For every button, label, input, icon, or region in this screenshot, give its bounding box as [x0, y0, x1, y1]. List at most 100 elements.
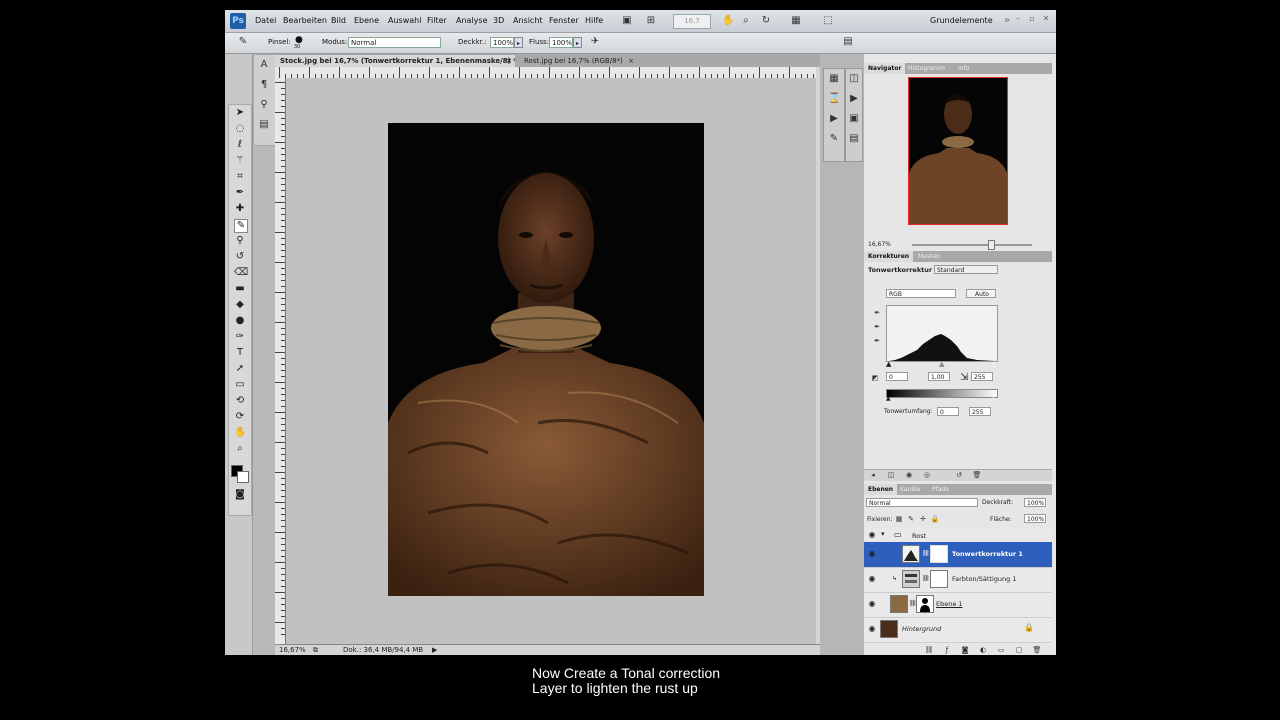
hand-tool-icon[interactable]: ✋	[234, 427, 246, 439]
hand-tool-icon[interactable]: ✋	[722, 15, 734, 27]
panel-toggle-icon[interactable]: ▤	[842, 36, 854, 48]
preset-select[interactable]: Standard	[934, 265, 998, 274]
actions-icon[interactable]: ▶	[828, 113, 840, 125]
3d-rotate-icon[interactable]: ⟲	[234, 395, 246, 407]
menu-hilfe[interactable]: Hilfe	[585, 16, 603, 25]
blend-mode-select[interactable]: Normal	[866, 498, 978, 507]
character-icon[interactable]: A	[258, 59, 270, 71]
ruler-vertical[interactable]	[275, 78, 286, 644]
clone-stamp-icon[interactable]: ⚲	[234, 235, 246, 247]
clipping-icon[interactable]: ◩	[870, 373, 880, 383]
navigator-zoom[interactable]: 16,67%	[866, 240, 900, 249]
history-icon[interactable]: ⌛	[828, 93, 840, 105]
canvas-area[interactable]	[286, 78, 816, 644]
move-tool-icon[interactable]: ➤	[234, 107, 246, 119]
output-white-field[interactable]: 255	[969, 407, 991, 416]
eyedropper-icon[interactable]: ✒	[234, 187, 246, 199]
menu-3d[interactable]: 3D	[493, 16, 504, 25]
photoshop-logo[interactable]: Ps	[230, 13, 246, 29]
measurement-icon[interactable]: ▣	[848, 113, 860, 125]
document-image[interactable]	[388, 123, 704, 596]
magic-wand-icon[interactable]: ⚚	[234, 155, 246, 167]
close-button[interactable]: ✕	[1041, 14, 1051, 26]
menu-filter[interactable]: Filter	[427, 16, 447, 25]
menu-fenster[interactable]: Fenster	[549, 16, 579, 25]
mask-link-icon[interactable]: ⛓	[922, 550, 930, 557]
white-point-slider[interactable]: △	[991, 360, 996, 368]
output-black-field[interactable]: 0	[937, 407, 959, 416]
menu-ansicht[interactable]: Ansicht	[513, 16, 543, 25]
tab-navigator[interactable]: Navigator	[864, 63, 906, 74]
tab-histogram[interactable]: Histogramm	[904, 63, 949, 74]
tab-masks[interactable]: Masken	[914, 251, 945, 262]
dodge-tool-icon[interactable]: ●	[234, 315, 246, 327]
visibility-eye-icon[interactable]: ◉	[867, 549, 877, 559]
tab-close-icon[interactable]: ×	[506, 55, 512, 67]
bridge-icon[interactable]: ▣	[621, 15, 633, 27]
arrange-documents-icon[interactable]: ▦	[790, 15, 802, 27]
quick-mask-icon[interactable]: ◙	[234, 489, 246, 501]
type-tool-icon[interactable]: T	[234, 347, 246, 359]
input-black-field[interactable]: 0	[886, 372, 908, 381]
crop-tool-icon[interactable]: ⌗	[234, 171, 246, 183]
tab-paths[interactable]: Pfade	[928, 484, 953, 495]
workspace-switcher[interactable]: Grundelemente	[930, 16, 993, 25]
brush-tool-preset-icon[interactable]: ✎	[237, 36, 249, 48]
fill-field[interactable]: 100%	[1024, 514, 1046, 523]
layer-mask-thumbnail[interactable]	[930, 570, 948, 588]
layer-style-icon[interactable]: ƒ	[942, 645, 952, 655]
opacity-arrow[interactable]: ▸	[514, 37, 523, 48]
menu-auswahl[interactable]: Auswahl	[388, 16, 421, 25]
status-menu-arrow[interactable]: ▶	[432, 646, 437, 654]
brush-size[interactable]: 30	[294, 44, 300, 50]
channel-select[interactable]: RGB	[886, 289, 956, 298]
3d-camera-icon[interactable]: ⟳	[234, 411, 246, 423]
menu-ebene[interactable]: Ebene	[354, 16, 379, 25]
tab-channels[interactable]: Kanäle	[896, 484, 924, 495]
notes-icon[interactable]: ▤	[848, 133, 860, 145]
black-point-slider[interactable]: ▲	[886, 360, 891, 368]
healing-brush-icon[interactable]: ✚	[234, 203, 246, 215]
marquee-tool-icon[interactable]: ◌	[234, 123, 246, 135]
clone-source-icon[interactable]: ⚲	[258, 99, 270, 111]
group-expand-icon[interactable]: ▾	[881, 530, 885, 538]
visibility-eye-icon[interactable]: ◉	[867, 624, 877, 634]
layer-mask-thumbnail[interactable]	[916, 595, 934, 613]
layer-comps-icon[interactable]: ◫	[848, 73, 860, 85]
flow-arrow[interactable]: ▸	[573, 37, 582, 48]
view-previous-icon[interactable]: ◎	[922, 470, 932, 480]
maximize-button[interactable]: ▫	[1027, 14, 1037, 26]
tab-adjustments[interactable]: Korrekturen	[864, 251, 914, 262]
lock-all-icon[interactable]: 🔒	[930, 514, 940, 524]
lock-image-icon[interactable]: ✎	[906, 514, 916, 524]
input-white-field[interactable]: 255	[971, 372, 993, 381]
background-color-swatch[interactable]	[237, 471, 249, 483]
layer-row[interactable]: ◉ ⛓ Ebene 1	[864, 592, 1052, 618]
mode-select[interactable]: Normal	[348, 37, 441, 48]
new-group-icon[interactable]: ▭	[996, 645, 1006, 655]
gradient-tool-icon[interactable]: ▬	[234, 283, 246, 295]
gamma-slider[interactable]: ▲	[939, 360, 944, 368]
menu-bild[interactable]: Bild	[331, 16, 346, 25]
tab-info[interactable]: Info	[954, 63, 973, 74]
animation-icon[interactable]: ▶	[848, 93, 860, 105]
reset-icon[interactable]: ↺	[954, 470, 964, 480]
path-selection-icon[interactable]: ➚	[234, 363, 246, 375]
chevron-icon[interactable]: »	[1001, 15, 1013, 27]
gray-eyedropper-icon[interactable]: ✒	[872, 322, 882, 332]
pen-tool-icon[interactable]: ✑	[234, 331, 246, 343]
tab-rost[interactable]: Rost.jpg bei 16,7% (RGB/8*) ×	[519, 55, 637, 67]
visibility-eye-icon[interactable]: ◉	[867, 530, 877, 540]
brush-tool-icon[interactable]: ✎	[234, 219, 248, 233]
black-eyedropper-icon[interactable]: ✒	[872, 308, 882, 318]
layer-opacity-field[interactable]: 100%	[1024, 498, 1046, 507]
tab-close-icon[interactable]: ×	[628, 55, 634, 67]
return-icon[interactable]: ◂	[868, 470, 878, 480]
zoom-tool-icon[interactable]: ⌕	[234, 443, 246, 455]
flow-field[interactable]: 100%	[549, 37, 573, 48]
menu-bearbeiten[interactable]: Bearbeiten	[283, 16, 327, 25]
paragraph-icon[interactable]: ¶	[258, 79, 270, 91]
visibility-icon[interactable]: ◉	[904, 470, 914, 480]
swatches-icon[interactable]: ▦	[828, 73, 840, 85]
delete-layer-icon[interactable]: 🗑	[1032, 645, 1042, 655]
